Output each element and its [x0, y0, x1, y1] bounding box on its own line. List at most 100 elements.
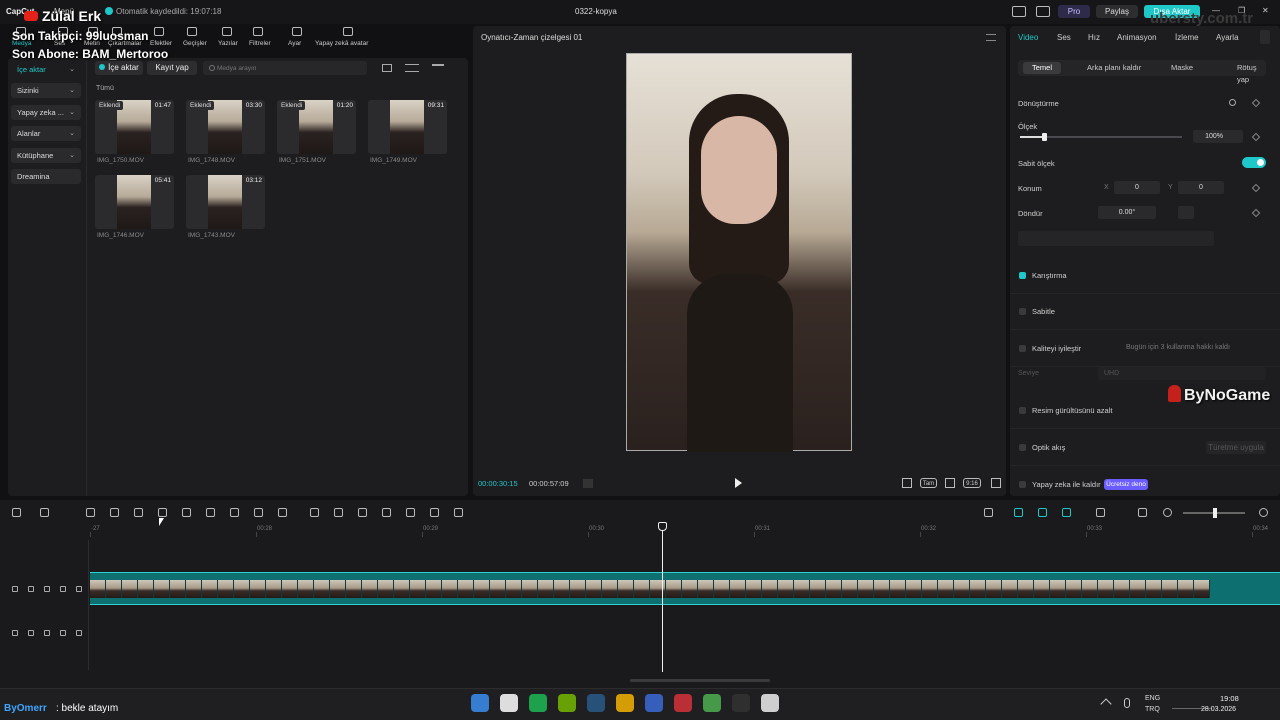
timeline-tool-icon[interactable] [254, 508, 263, 517]
sidebar-item-3[interactable]: Alanlar ⌄ [11, 126, 81, 141]
timeline-tool-icon[interactable] [134, 508, 143, 517]
media-clip-0[interactable]: Eklendi 01:47 [95, 100, 174, 154]
fullscreen-mode-button[interactable]: Tam [920, 478, 937, 488]
scale-field[interactable]: 100% [1193, 130, 1243, 143]
track-control-icon[interactable] [28, 630, 34, 636]
timeline-tool-icon[interactable] [278, 508, 287, 517]
track-control-icon[interactable] [28, 586, 34, 592]
section-flow[interactable]: Optik akış [1032, 443, 1065, 452]
zoom-slider-handle[interactable] [1213, 508, 1217, 518]
shortcuts-icon[interactable] [1036, 6, 1050, 17]
position-x-field[interactable]: 0 [1114, 181, 1160, 194]
denoise-checkbox[interactable] [1019, 407, 1026, 414]
scale-slider[interactable] [1020, 133, 1182, 141]
play-icon[interactable] [735, 478, 742, 488]
sidebar-item-4[interactable]: Kütüphane ⌄ [11, 148, 81, 163]
remove-checkbox[interactable] [1019, 481, 1026, 488]
share-button[interactable]: Paylaş [1096, 5, 1138, 18]
uniform-scale-toggle[interactable] [1242, 157, 1266, 168]
media-clip-5[interactable]: 03:12 [186, 175, 265, 229]
playhead[interactable] [662, 524, 663, 672]
timeline-tool-icon[interactable] [358, 508, 367, 517]
language-secondary[interactable]: TRQ [1145, 706, 1160, 713]
video-preview[interactable] [626, 53, 852, 452]
layout-icon[interactable] [1012, 6, 1026, 17]
timeline-tool-icon[interactable] [1038, 508, 1047, 517]
crop-icon[interactable] [902, 478, 912, 488]
timeline-tool-icon[interactable] [1062, 508, 1071, 517]
taskbar-app-icon[interactable] [732, 694, 750, 712]
track-control-icon[interactable] [60, 630, 66, 636]
taskbar-app-icon[interactable] [529, 694, 547, 712]
position-y-field[interactable]: 0 [1178, 181, 1224, 194]
level-select[interactable]: UHD [1098, 367, 1266, 380]
prop-tab-5[interactable]: Ayarla [1216, 33, 1239, 42]
timeline-tool-icon[interactable] [454, 508, 463, 517]
blend-checkbox[interactable] [1019, 272, 1026, 279]
fullscreen-icon[interactable] [991, 478, 1001, 488]
reset-icon[interactable] [1229, 99, 1236, 106]
media-clip-4[interactable]: 05:41 [95, 175, 174, 229]
taskbar-app-icon[interactable] [674, 694, 692, 712]
zoom-in-icon[interactable] [1259, 508, 1268, 517]
media-search[interactable] [203, 61, 367, 75]
section-enhance[interactable]: Kaliteyi iyileştir [1032, 344, 1081, 353]
sidebar-item-2[interactable]: Yapay zeka ... ⌄ [11, 105, 81, 120]
timeline-tool-icon[interactable] [310, 508, 319, 517]
playhead-handle[interactable] [658, 522, 667, 531]
media-clip-2[interactable]: Eklendi 01:20 [277, 100, 356, 154]
zoom-fit-icon[interactable] [945, 478, 955, 488]
sidebar-item-1[interactable]: Sizinki ⌄ [11, 83, 81, 98]
prop-subtab-3[interactable]: Rötuş yap [1228, 62, 1266, 84]
enhance-checkbox[interactable] [1019, 345, 1026, 352]
rotate-field[interactable]: 0.00° [1098, 206, 1156, 219]
media-clip-1[interactable]: Eklendi 03:30 [186, 100, 265, 154]
taskbar-app-icon[interactable] [616, 694, 634, 712]
timeline-tool-icon[interactable] [1014, 508, 1023, 517]
taskbar-app-icon[interactable] [587, 694, 605, 712]
stabilize-checkbox[interactable] [1019, 308, 1026, 315]
media-search-input[interactable] [217, 62, 357, 74]
import-button[interactable]: İçe aktar [95, 61, 143, 75]
section-denoise[interactable]: Resim gürültüsünü azalt [1032, 406, 1112, 415]
zoom-out-icon[interactable] [1163, 508, 1172, 517]
timeline-tool-icon[interactable] [12, 508, 21, 517]
taskbar-app-icon[interactable] [500, 694, 518, 712]
record-button[interactable]: Kayıt yap [147, 61, 197, 75]
prop-tab-2[interactable]: Hız [1088, 33, 1100, 42]
timeline-tool-icon[interactable] [382, 508, 391, 517]
timeline-tool-icon[interactable] [430, 508, 439, 517]
timeline-tool-icon[interactable] [158, 508, 167, 517]
timeline-ruler-icon[interactable] [583, 479, 593, 488]
scale-slider-handle[interactable] [1042, 133, 1048, 141]
aspect-ratio-button[interactable]: 9:16 [963, 478, 981, 488]
timeline-tool-icon[interactable] [984, 508, 993, 517]
track-control-icon[interactable] [44, 630, 50, 636]
microphone-icon[interactable] [1124, 698, 1130, 708]
section-stabilize[interactable]: Sabitle [1032, 307, 1055, 316]
prop-tab-4[interactable]: İzleme [1175, 33, 1199, 42]
prop-tab-1[interactable]: Ses [1057, 33, 1071, 42]
pro-button[interactable]: Pro [1058, 5, 1090, 18]
track-control-icon[interactable] [12, 586, 18, 592]
section-blend[interactable]: Karıştırma [1032, 271, 1067, 280]
timeline-tool-icon[interactable] [182, 508, 191, 517]
timeline-tool-icon[interactable] [40, 508, 49, 517]
close-button[interactable]: ✕ [1262, 6, 1269, 15]
video-clip[interactable] [90, 572, 1280, 605]
filter-icon[interactable] [432, 64, 444, 72]
sort-icon[interactable] [405, 64, 419, 72]
align-toolbar[interactable] [1018, 231, 1214, 246]
optical-flow-button[interactable]: Türetme uygula [1206, 441, 1266, 454]
taskbar-app-icon[interactable] [703, 694, 721, 712]
taskbar-app-icon[interactable] [558, 694, 576, 712]
prop-tab-3[interactable]: Animasyon [1117, 33, 1157, 42]
timeline-tool-icon[interactable] [406, 508, 415, 517]
timeline-scrollbar[interactable] [630, 679, 770, 682]
media-clip-3[interactable]: 09:31 [368, 100, 447, 154]
prop-tab-0[interactable]: Video [1018, 33, 1038, 42]
track-control-icon[interactable] [12, 630, 18, 636]
grid-view-icon[interactable] [382, 64, 392, 72]
flow-checkbox[interactable] [1019, 444, 1026, 451]
track-control-icon[interactable] [76, 586, 82, 592]
